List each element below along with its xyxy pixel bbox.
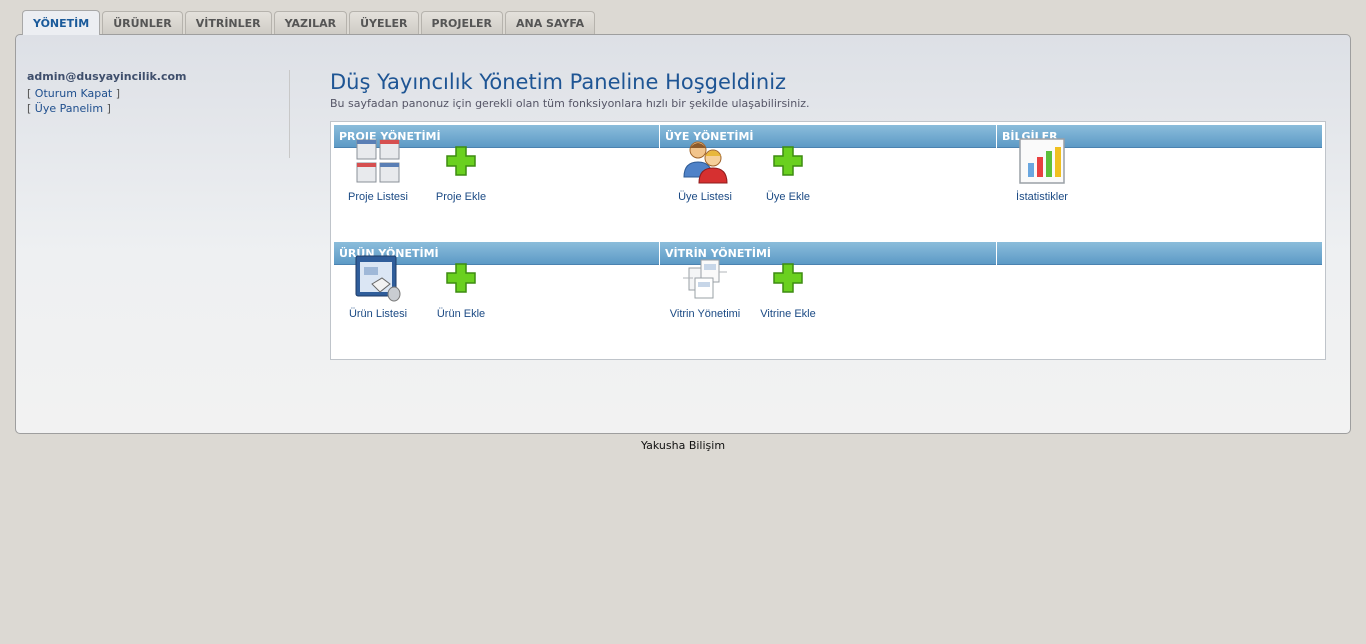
item-label: Üye Ekle xyxy=(765,191,811,203)
tab-projeler[interactable]: PROJELER xyxy=(420,11,503,34)
tab-uyeler[interactable]: ÜYELER xyxy=(349,11,419,34)
section-urun: ÜRÜN YÖNETİMİ Ürün Listesi Ürün Ekle xyxy=(334,242,659,357)
item-label: Proje Listesi xyxy=(348,191,408,203)
plus-icon xyxy=(446,146,476,176)
page-subtitle: Bu sayfadan panonuz için gerekli olan tü… xyxy=(330,97,810,110)
item-label: Ürün Ekle xyxy=(436,308,486,320)
section-header xyxy=(997,242,1322,265)
section-empty xyxy=(997,242,1322,357)
uye-listesi-item[interactable]: Üye Listesi xyxy=(665,137,745,203)
main-panel: admin@dusyayincilik.com [ Oturum Kapat ]… xyxy=(15,34,1351,434)
item-label: Ürün Listesi xyxy=(348,308,408,320)
my-panel-link-label: Üye Panelim xyxy=(34,102,104,115)
tab-yonetim[interactable]: YÖNETİM xyxy=(22,10,101,35)
item-label: Vitrine Ekle xyxy=(760,308,816,320)
plus-icon xyxy=(446,263,476,293)
uye-ekle-item[interactable]: Üye Ekle xyxy=(748,137,828,203)
urun-listesi-item[interactable]: Ürün Listesi xyxy=(338,254,418,320)
item-label: Üye Listesi xyxy=(678,191,732,203)
admin-grid: PROJE YÖNETİMİ Proje Listesi Proje Ekle … xyxy=(330,121,1326,360)
plus-icon xyxy=(773,263,803,293)
item-label: Vitrin Yönetimi xyxy=(669,308,741,320)
page-title: Düş Yayıncılık Yönetim Paneline Hoşgeldi… xyxy=(330,70,787,94)
tab-yazilar[interactable]: YAZILAR xyxy=(273,11,348,34)
tab-ana-sayfa[interactable]: ANA SAYFA xyxy=(505,11,596,34)
showcase-icon xyxy=(683,259,727,299)
my-panel-link[interactable]: [ Üye Panelim ] xyxy=(27,101,289,116)
section-proje: PROJE YÖNETİMİ Proje Listesi Proje Ekle xyxy=(334,125,659,240)
item-label: İstatistikler xyxy=(1016,191,1068,203)
logout-link-label: Oturum Kapat xyxy=(34,87,113,100)
istatistikler-item[interactable]: İstatistikler xyxy=(1002,137,1082,203)
vitrin-yonetimi-item[interactable]: Vitrin Yönetimi xyxy=(665,254,745,320)
plus-icon xyxy=(773,146,803,176)
section-bilgiler: BİLGİLER İstatistikler xyxy=(997,125,1322,240)
footer-credit: Yakusha Bilişim xyxy=(640,439,726,452)
vitrine-ekle-item[interactable]: Vitrine Ekle xyxy=(748,254,828,320)
section-vitrin: VİTRİN YÖNETİMİ Vitrin Yönetimi Vitrine xyxy=(660,242,996,357)
statistics-chart-icon xyxy=(1019,138,1065,184)
tab-vitrinler[interactable]: VİTRİNLER xyxy=(184,11,272,34)
project-list-icon xyxy=(356,139,400,183)
users-icon xyxy=(683,141,728,184)
product-list-icon xyxy=(355,255,401,302)
section-uye: ÜYE YÖNETİMİ Üye Listesi Üye Ekle xyxy=(660,125,996,240)
urun-ekle-item[interactable]: Ürün Ekle xyxy=(421,254,501,320)
item-label: Proje Ekle xyxy=(435,191,487,203)
proje-ekle-item[interactable]: Proje Ekle xyxy=(421,137,501,203)
proje-listesi-item[interactable]: Proje Listesi xyxy=(338,137,418,203)
main-tabs: YÖNETİM ÜRÜNLER VİTRİNLER YAZILAR ÜYELER… xyxy=(22,10,597,35)
user-sidebar: admin@dusyayincilik.com [ Oturum Kapat ]… xyxy=(27,70,290,158)
logout-link[interactable]: [ Oturum Kapat ] xyxy=(27,86,289,101)
tab-urunler[interactable]: ÜRÜNLER xyxy=(102,11,183,34)
user-email: admin@dusyayincilik.com xyxy=(27,70,187,83)
